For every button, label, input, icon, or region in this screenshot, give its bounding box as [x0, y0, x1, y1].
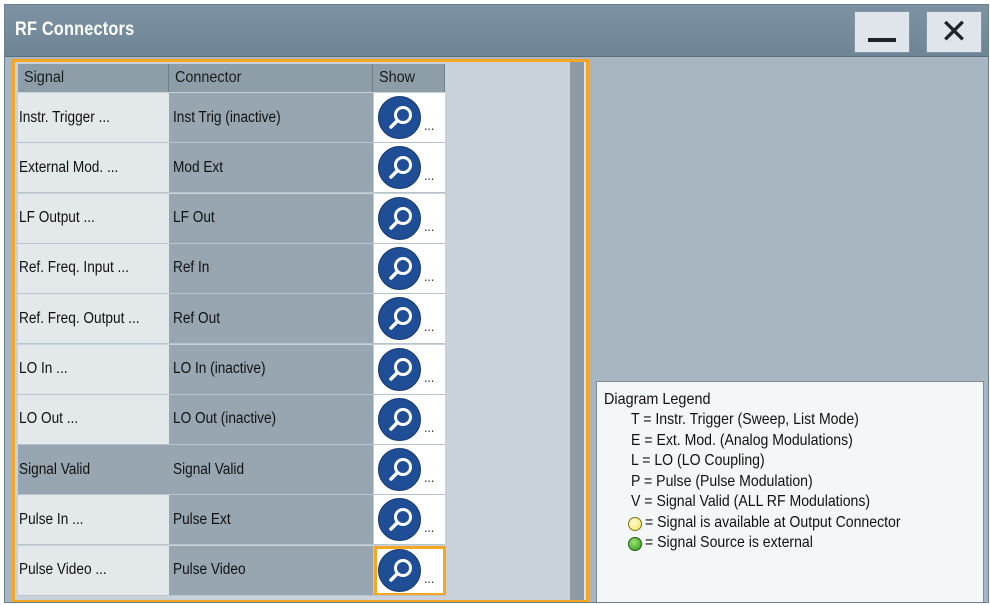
signal-cell[interactable]: Signal Valid	[18, 445, 169, 495]
header-show[interactable]: Show	[373, 64, 445, 92]
legend-line-output: = Signal is available at Output Connecto…	[604, 514, 983, 535]
show-ellipsis: ...	[424, 368, 435, 385]
connector-cell[interactable]: LF Out	[169, 193, 373, 243]
rf-connectors-window: RF Connectors ✕ Signal Connector Show In…	[4, 4, 989, 603]
table-row[interactable]: LO In ... LO In (inactive)...	[18, 344, 445, 395]
table-row[interactable]: Pulse Video ... Pulse Video...	[18, 545, 446, 596]
connectors-table: Signal Connector Show Instr. Trigger ...…	[12, 59, 589, 602]
connector-cell[interactable]: Mod Ext	[169, 143, 373, 193]
signal-cell[interactable]: Pulse Video ...	[18, 545, 169, 595]
show-ellipsis: ...	[424, 267, 435, 284]
signal-cell[interactable]: Ref. Freq. Output ...	[18, 294, 169, 344]
show-ellipsis: ...	[424, 318, 435, 335]
legend-line: V = Signal Valid (ALL RF Modulations)	[631, 493, 871, 510]
table-row[interactable]: External Mod. ... Mod Ext...	[18, 143, 445, 194]
show-button[interactable]: ...	[373, 143, 445, 193]
show-button[interactable]: ...	[373, 344, 445, 394]
diagram-legend: Diagram Legend T = Instr. Trigger (Sweep…	[596, 381, 984, 602]
show-button[interactable]: ...	[373, 495, 445, 545]
focus-highlight	[374, 545, 446, 596]
minimize-button[interactable]	[854, 11, 910, 53]
header-connector[interactable]: Connector	[169, 64, 373, 92]
show-button[interactable]: ...	[373, 193, 445, 243]
show-ellipsis: ...	[424, 217, 435, 234]
green-dot-icon	[628, 537, 642, 551]
table-row[interactable]: Ref. Freq. Output ... Ref Out...	[18, 294, 445, 345]
legend-line: P = Pulse (Pulse Modulation)	[631, 472, 813, 490]
magnifier-icon	[378, 397, 421, 441]
title-bar: RF Connectors ✕	[5, 5, 988, 57]
legend-line: L = LO (LO Coupling)	[631, 452, 765, 469]
show-button[interactable]: ...	[373, 545, 446, 596]
legend-line: T = Instr. Trigger (Sweep, List Mode)	[631, 411, 859, 428]
connector-cell[interactable]: Signal Valid	[169, 445, 373, 495]
show-ellipsis: ...	[424, 469, 435, 486]
show-button[interactable]: ...	[373, 294, 445, 344]
show-ellipsis: ...	[424, 117, 435, 133]
close-icon: ✕	[939, 12, 969, 52]
show-button[interactable]: ...	[373, 243, 445, 293]
window-title: RF Connectors	[15, 19, 135, 40]
magnifier-icon	[378, 246, 421, 290]
magnifier-icon	[378, 448, 421, 492]
table-row[interactable]: LF Output ... LF Out...	[18, 193, 445, 244]
table-row[interactable]: LO Out ... LO Out (inactive)...	[18, 394, 445, 445]
show-button[interactable]: ...	[373, 394, 445, 444]
minimize-icon	[868, 38, 896, 42]
header-signal[interactable]: Signal	[18, 64, 169, 92]
show-ellipsis: ...	[424, 167, 435, 184]
connector-cell[interactable]: Pulse Ext	[169, 495, 373, 545]
magnifier-icon	[378, 96, 421, 139]
connector-cell[interactable]: Ref In	[169, 243, 373, 293]
magnifier-icon	[378, 347, 421, 391]
connector-cell[interactable]: Ref Out	[169, 294, 373, 344]
show-ellipsis: ...	[424, 519, 435, 536]
legend-title: Diagram Legend	[604, 391, 711, 408]
signal-cell[interactable]: Pulse In ...	[18, 495, 169, 545]
show-ellipsis: ...	[424, 418, 435, 435]
magnifier-icon	[378, 146, 421, 190]
magnifier-icon	[378, 498, 421, 542]
vertical-scrollbar[interactable]	[570, 62, 584, 600]
signal-cell[interactable]: Instr. Trigger ...	[18, 93, 169, 142]
connector-cell[interactable]: Inst Trig (inactive)	[169, 93, 373, 142]
show-button[interactable]: ...	[373, 445, 445, 495]
legend-line: E = Ext. Mod. (Analog Modulations)	[631, 431, 853, 449]
table-row[interactable]: Pulse In ... Pulse Ext...	[18, 495, 445, 546]
magnifier-icon	[378, 196, 421, 240]
legend-line-external: = Signal Source is external	[604, 534, 983, 555]
connector-cell[interactable]: LO Out (inactive)	[169, 394, 373, 444]
yellow-dot-icon	[628, 516, 642, 531]
table-row[interactable]: Instr. Trigger ... Inst Trig (inactive)..…	[18, 93, 445, 143]
signal-cell[interactable]: LO In ...	[18, 344, 169, 394]
table-row[interactable]: Ref. Freq. Input ... Ref In...	[18, 243, 445, 294]
close-button[interactable]: ✕	[926, 11, 982, 53]
show-button[interactable]: ...	[373, 93, 445, 142]
magnifier-icon	[378, 297, 421, 341]
signal-cell[interactable]: LF Output ...	[18, 193, 169, 243]
signal-cell[interactable]: Ref. Freq. Input ...	[18, 243, 169, 293]
connector-cell[interactable]: Pulse Video	[169, 545, 373, 595]
table-row[interactable]: Signal Valid Signal Valid...	[18, 445, 445, 496]
connector-cell[interactable]: LO In (inactive)	[169, 344, 373, 394]
signal-cell[interactable]: External Mod. ...	[18, 143, 169, 193]
signal-cell[interactable]: LO Out ...	[18, 394, 169, 444]
